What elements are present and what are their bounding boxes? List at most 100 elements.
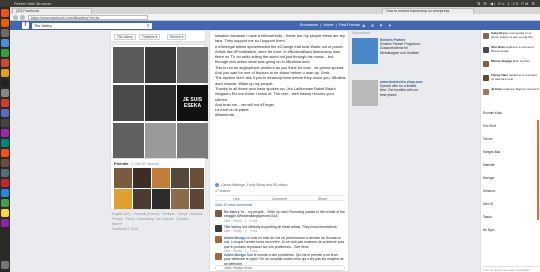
photo-tile[interactable] bbox=[145, 123, 176, 159]
photo-tile[interactable] bbox=[113, 47, 144, 83]
app-icon[interactable] bbox=[1, 199, 9, 207]
photo-tile[interactable] bbox=[113, 123, 144, 159]
avatar bbox=[483, 61, 489, 67]
messages-icon[interactable]: ✉ bbox=[371, 23, 376, 28]
comment-author[interactable]: Adom Mungu bbox=[224, 253, 246, 257]
back-button[interactable] bbox=[13, 15, 18, 20]
user-name-link[interactable]: Emmanuel bbox=[300, 23, 318, 27]
facebook-logo[interactable]: f bbox=[22, 22, 29, 29]
share-button[interactable]: Share bbox=[301, 197, 344, 202]
chat-sidebar: Gaby Bryce commented on a photo: Happy t… bbox=[480, 30, 540, 272]
url-input[interactable]: https://www.facebook.com/titovalery?ref=… bbox=[28, 15, 148, 20]
avatar[interactable] bbox=[215, 236, 222, 243]
chat-contact[interactable]: Mariette bbox=[483, 162, 539, 168]
chat-contact[interactable]: Alex M. bbox=[483, 201, 539, 207]
impress-icon[interactable] bbox=[1, 59, 9, 67]
friend-thumbnail[interactable] bbox=[114, 168, 132, 188]
like-button[interactable]: Like bbox=[215, 197, 258, 202]
find-friends-link[interactable]: Find Friends bbox=[339, 23, 360, 27]
friend-thumbnail[interactable] bbox=[152, 168, 170, 188]
friend-thumbnail[interactable] bbox=[190, 189, 204, 209]
ticker-item[interactable]: Jk Kalu replied to Ngoni's comment bbox=[483, 87, 539, 101]
comment-meta[interactable]: Like · Reply · 1 · 3 hrs bbox=[224, 219, 257, 223]
chat-contact[interactable]: Deskuxx bbox=[483, 188, 539, 194]
app-icon[interactable] bbox=[1, 209, 9, 217]
settings-menu-icon[interactable]: ▼ bbox=[388, 23, 394, 28]
software-center-icon[interactable] bbox=[1, 69, 9, 77]
ad-image[interactable] bbox=[352, 38, 378, 64]
app-icon[interactable] bbox=[1, 129, 9, 137]
search-icon[interactable]: ⚲ bbox=[144, 22, 152, 29]
app-icon[interactable] bbox=[1, 109, 9, 117]
chat-contact[interactable]: Taaka bbox=[483, 214, 539, 220]
ad-item[interactable]: Einstein Partner Einstein Partner Progra… bbox=[352, 38, 422, 78]
firefox-icon[interactable] bbox=[1, 19, 9, 27]
avatar[interactable] bbox=[215, 253, 222, 260]
friends-heading[interactable]: Friends · 1,058 (67 Mutual) bbox=[114, 161, 159, 166]
comment-author[interactable]: Tito Valery bbox=[224, 225, 241, 229]
app-icon[interactable] bbox=[1, 179, 9, 187]
chat-contact[interactable]: Kanges Bak bbox=[483, 149, 539, 155]
app-icon[interactable] bbox=[1, 159, 9, 167]
ticker-item[interactable]: Otto Bulu replied to a comment: Bonne an… bbox=[483, 45, 539, 59]
writer-icon[interactable] bbox=[1, 39, 9, 47]
app-icon[interactable] bbox=[1, 139, 9, 147]
photo-tile[interactable] bbox=[113, 85, 144, 121]
system-tray[interactable]: ⇅ ✉ ◀) En 1:29 PM ⚙ bbox=[477, 1, 536, 6]
comment-author[interactable]: Hu Valery bbox=[224, 210, 239, 214]
avatar[interactable] bbox=[215, 225, 222, 232]
comment-button[interactable]: Comment bbox=[258, 197, 301, 202]
chat-contact[interactable]: Eric Ebot bbox=[483, 123, 539, 129]
notifications-icon[interactable]: ⚑ bbox=[379, 23, 385, 28]
ad-image[interactable] bbox=[352, 80, 378, 106]
ticker-item[interactable]: Minnie Aligaga likes a photo bbox=[483, 59, 539, 73]
forward-button[interactable] bbox=[20, 15, 25, 20]
friend-thumbnail[interactable] bbox=[190, 168, 204, 188]
ticker-item[interactable]: Gaby Bryce commented on a photo: Happy t… bbox=[483, 31, 539, 45]
share-count[interactable]: 17 shares bbox=[215, 189, 230, 193]
timeline-button[interactable]: Timeline ▾ bbox=[139, 34, 161, 40]
chat-status-bar[interactable]: Turn on chat to see who's available. bbox=[483, 266, 539, 272]
chat-contact[interactable]: Roomie Kuku bbox=[483, 110, 539, 116]
terminal-icon[interactable] bbox=[1, 119, 9, 127]
chat-contact[interactable]: Ndenge bbox=[483, 175, 539, 181]
app-icon[interactable] bbox=[1, 169, 9, 177]
recent-button[interactable]: Recent ▾ bbox=[167, 34, 187, 40]
settings-icon[interactable] bbox=[1, 89, 9, 97]
comment-author[interactable]: Adom Mungu bbox=[224, 236, 246, 240]
files-icon[interactable] bbox=[1, 29, 9, 37]
chat-contact[interactable]: Bri Njoh bbox=[483, 227, 539, 233]
dash-icon[interactable] bbox=[1, 9, 9, 17]
friend-thumbnail[interactable] bbox=[171, 189, 189, 209]
app-icon[interactable] bbox=[1, 189, 9, 197]
friend-thumbnail[interactable] bbox=[152, 189, 170, 209]
home-link[interactable]: Home bbox=[323, 23, 333, 27]
reactions-summary[interactable]: Gama Mabingo, Fusty Binay and 55 others bbox=[215, 182, 345, 188]
photo-tile[interactable] bbox=[177, 47, 208, 83]
friend-thumbnail[interactable] bbox=[133, 168, 151, 188]
profile-name-button[interactable]: Tito Valery bbox=[114, 34, 136, 40]
amazon-icon[interactable] bbox=[1, 79, 9, 87]
trash-icon[interactable] bbox=[1, 261, 9, 269]
photo-tile[interactable] bbox=[177, 123, 208, 159]
facebook-search-input[interactable]: Tito Valery ⚲ bbox=[32, 22, 152, 29]
app-icon[interactable] bbox=[1, 149, 9, 157]
app-icon[interactable] bbox=[1, 219, 9, 227]
ad-item[interactable]: www.tendencies-shop.com Special offer fo… bbox=[352, 80, 422, 120]
avatar[interactable] bbox=[215, 210, 222, 217]
calc-icon[interactable] bbox=[1, 49, 9, 57]
ticker-item[interactable]: Flying Clam replied to a comment on Akom… bbox=[483, 73, 539, 87]
write-comment-input[interactable]: Write a comment... bbox=[215, 265, 345, 271]
friend-thumbnail[interactable] bbox=[133, 189, 151, 209]
photo-tile[interactable] bbox=[145, 47, 176, 83]
friend-thumbnail[interactable] bbox=[114, 189, 132, 209]
friend-thumbnail[interactable] bbox=[171, 168, 189, 188]
app-icon[interactable] bbox=[1, 99, 9, 107]
friend-requests-icon[interactable]: ♟ bbox=[362, 23, 368, 28]
view-more-comments-link[interactable]: View 10 more comments bbox=[215, 203, 252, 207]
comment-meta[interactable]: Like · Reply · 4 · 3 hrs bbox=[224, 229, 257, 233]
photo-tile[interactable] bbox=[145, 85, 176, 121]
chat-scrollbar[interactable] bbox=[537, 120, 539, 220]
chat-contact[interactable]: Tchom bbox=[483, 136, 539, 142]
photo-tile-je-suis-eseka[interactable]: JE SUIS ESEKA bbox=[177, 85, 208, 121]
